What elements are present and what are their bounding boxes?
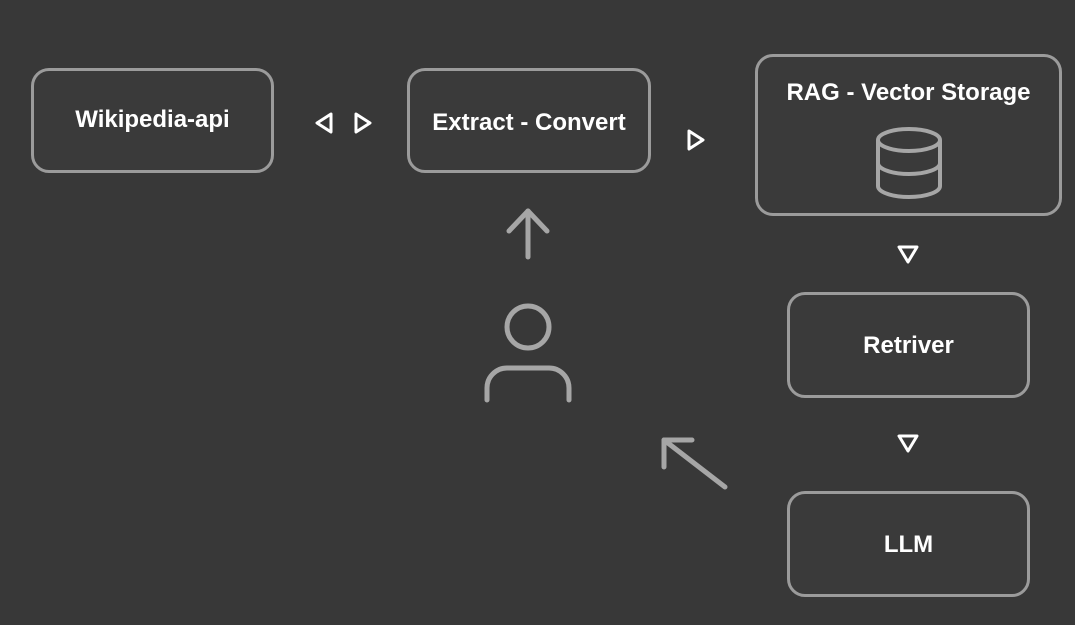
- arrow-left-icon: [315, 112, 333, 134]
- node-retriver: Retriver: [787, 292, 1030, 398]
- arrow-right-icon: [687, 129, 705, 151]
- node-wikipedia-api-label: Wikipedia-api: [75, 106, 230, 133]
- node-wikipedia-api: Wikipedia-api: [31, 68, 274, 173]
- arrow-up-icon: [506, 208, 550, 260]
- node-rag-vector-storage-label: RAG - Vector Storage: [786, 79, 1031, 106]
- node-llm-label: LLM: [883, 531, 934, 558]
- arrow-right-icon: [354, 112, 372, 134]
- user-icon: [484, 303, 572, 403]
- arrow-diagonal-icon: [661, 437, 728, 490]
- arrow-down-icon: [897, 245, 919, 264]
- node-rag-vector-storage: RAG - Vector Storage: [755, 54, 1062, 216]
- node-extract-convert: Extract - Convert: [407, 68, 651, 173]
- node-llm: LLM: [787, 491, 1030, 597]
- node-extract-convert-label: Extract - Convert: [432, 109, 626, 136]
- node-retriver-label: Retriver: [863, 332, 954, 359]
- arrow-down-icon: [897, 434, 919, 453]
